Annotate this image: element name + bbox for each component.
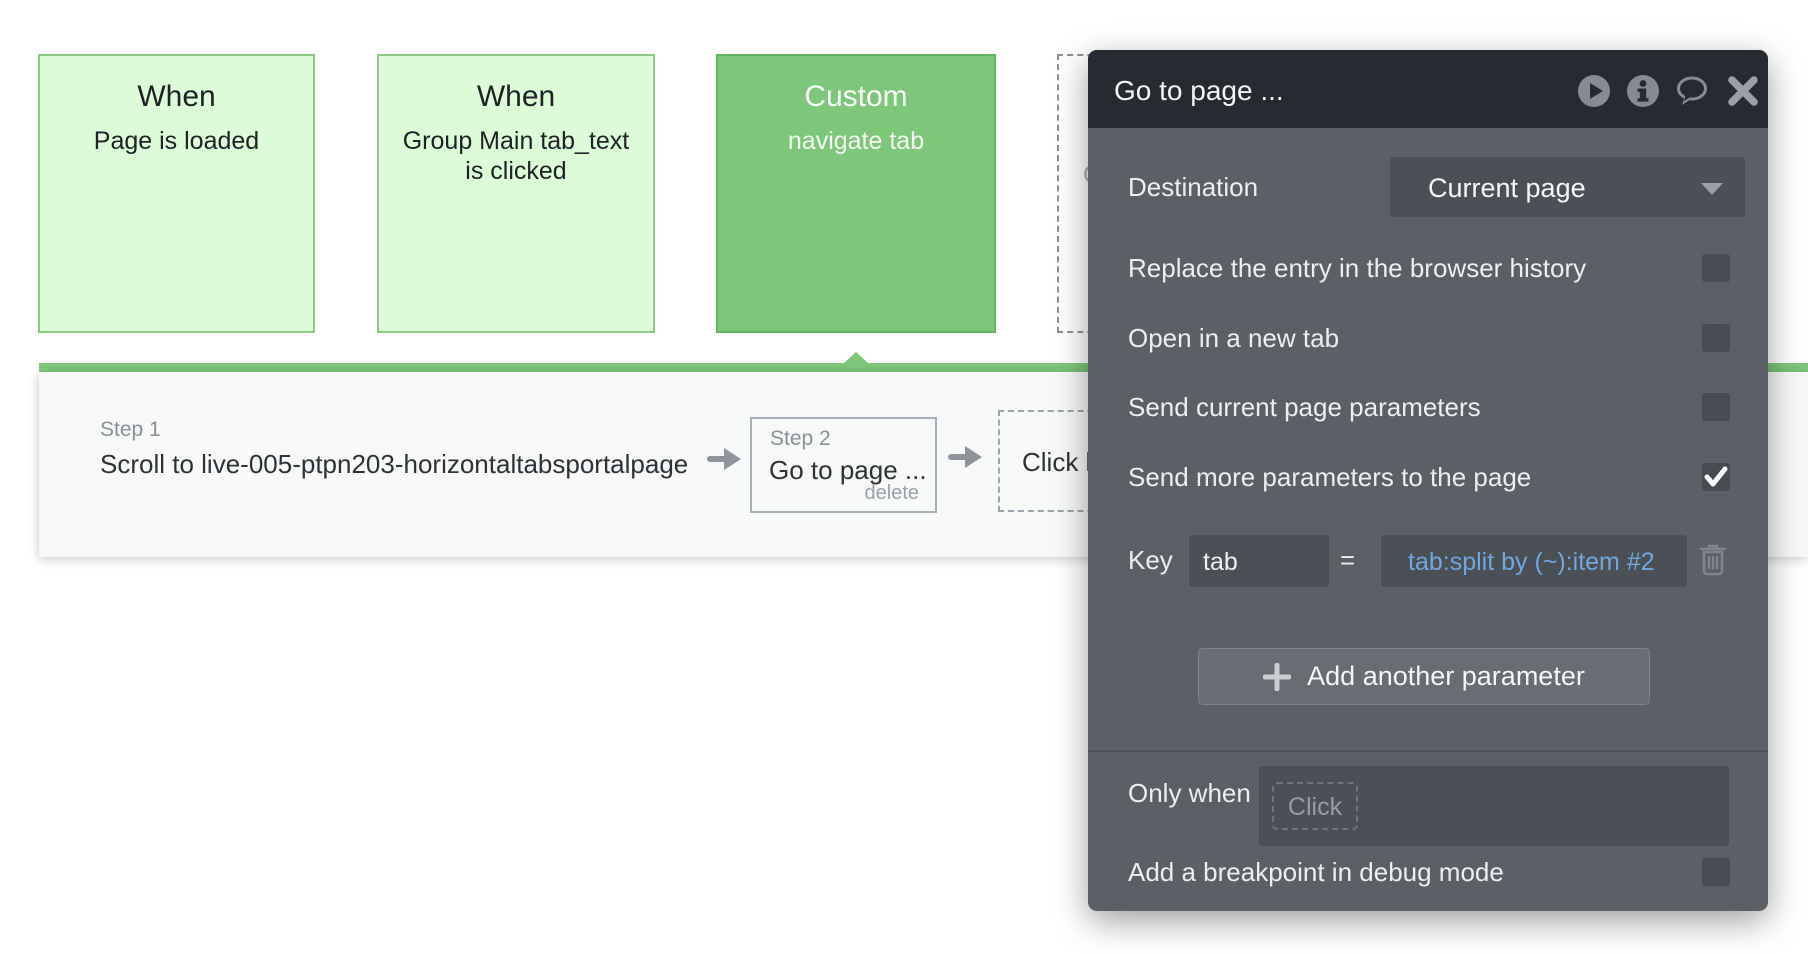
plus-icon — [1263, 663, 1291, 691]
trash-icon[interactable] — [1698, 542, 1728, 576]
step-1[interactable]: Step 1 Scroll to live-005-ptpn203-horizo… — [100, 418, 688, 480]
parameter-expression: tab:split by (~):item #2 — [1408, 535, 1655, 587]
add-another-parameter-label: Add another parameter — [1307, 661, 1585, 692]
send-more-params-label: Send more parameters to the page — [1128, 463, 1531, 491]
key-label: Key — [1128, 545, 1173, 576]
event-subtitle: Page is loaded — [62, 126, 291, 156]
only-when-condition-input[interactable]: Click — [1259, 766, 1729, 846]
parameter-value-input[interactable]: tab:split by (~):item #2 — [1381, 535, 1687, 587]
event-card-page-loaded[interactable]: When Page is loaded — [38, 54, 315, 333]
event-type-label: When — [379, 80, 653, 114]
step-number-label: Step 2 — [770, 427, 831, 451]
event-card-group-main-clicked[interactable]: When Group Main tab_text is clicked — [377, 54, 655, 333]
send-current-params-checkbox[interactable] — [1702, 393, 1730, 421]
workflow-editor: When Page is loaded When Group Main tab_… — [0, 0, 1808, 954]
send-more-params-checkbox[interactable] — [1702, 463, 1730, 491]
delete-step-link[interactable]: delete — [865, 482, 920, 505]
step-action-text: Scroll to live-005-ptpn203-horizontaltab… — [100, 449, 688, 479]
breakpoint-checkbox[interactable] — [1702, 858, 1730, 886]
open-new-tab-checkbox[interactable] — [1702, 324, 1730, 352]
step-2-selected[interactable]: Step 2 Go to page ... delete — [750, 417, 937, 513]
only-when-label: Only when — [1128, 778, 1251, 809]
comment-icon[interactable] — [1675, 74, 1709, 108]
breakpoint-label: Add a breakpoint in debug mode — [1128, 858, 1504, 886]
send-current-params-label: Send current page parameters — [1128, 393, 1481, 421]
parameter-key-input[interactable]: tab — [1189, 535, 1329, 587]
parameter-key-value: tab — [1203, 535, 1238, 587]
destination-dropdown[interactable]: Current page — [1390, 157, 1745, 217]
add-another-parameter-button[interactable]: Add another parameter — [1198, 648, 1650, 705]
run-icon[interactable] — [1577, 74, 1611, 108]
open-new-tab-label: Open in a new tab — [1128, 324, 1339, 352]
section-divider — [1088, 750, 1768, 752]
checkmark-icon — [1704, 466, 1728, 488]
modal-title: Go to page ... — [1114, 50, 1284, 128]
event-subtitle: Group Main tab_text is clicked — [401, 126, 631, 186]
destination-selected-value: Current page — [1428, 157, 1586, 217]
equals-sign: = — [1340, 545, 1355, 576]
arrow-right-icon — [707, 444, 743, 474]
condition-placeholder[interactable]: Click — [1272, 782, 1358, 830]
destination-label: Destination — [1128, 172, 1258, 203]
arrow-right-icon — [948, 442, 984, 472]
event-type-label: Custom — [718, 80, 994, 114]
step-number-label: Step 1 — [100, 418, 688, 442]
action-properties-modal: Go to page ... Desti — [1088, 50, 1768, 911]
info-icon[interactable] — [1626, 74, 1660, 108]
replace-history-label: Replace the entry in the browser history — [1128, 254, 1586, 282]
event-card-custom-navigate-tab[interactable]: Custom navigate tab — [716, 54, 996, 333]
replace-history-checkbox[interactable] — [1702, 254, 1730, 282]
close-icon[interactable] — [1726, 74, 1760, 108]
event-subtitle: navigate tab — [740, 126, 972, 156]
event-type-label: When — [40, 80, 313, 114]
chevron-down-icon — [1701, 183, 1723, 195]
modal-header[interactable]: Go to page ... — [1088, 50, 1768, 128]
